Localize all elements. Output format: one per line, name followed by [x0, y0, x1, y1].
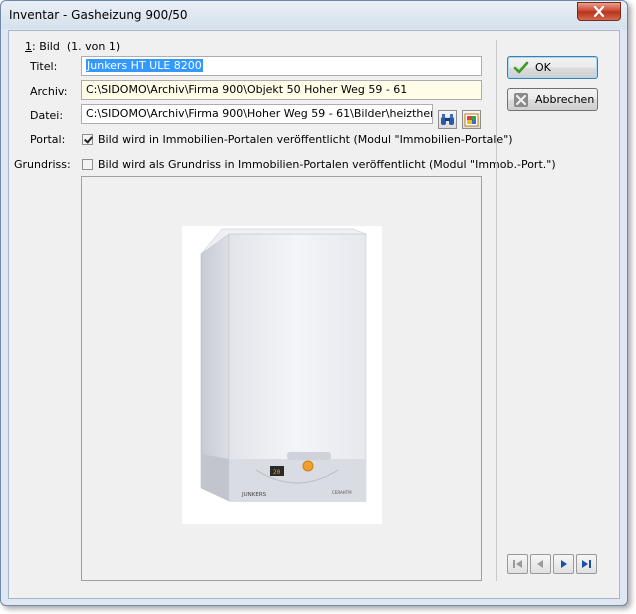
portal-checkbox[interactable]: [82, 134, 93, 145]
cancel-button[interactable]: Abbrechen: [507, 88, 598, 111]
checkmark-icon: [513, 61, 529, 73]
boiler-image: 20 JUNKERS CERAHTM: [182, 226, 382, 524]
boiler-illustration: 20 JUNKERS CERAHTM: [200, 228, 367, 502]
ok-button-label: OK: [535, 61, 551, 74]
last-record-button[interactable]: [576, 554, 597, 574]
titel-value: Junkers HT ULE 8200: [86, 59, 203, 72]
cancel-button-label: Abbrechen: [535, 93, 595, 106]
grundriss-checkbox-row[interactable]: Bild wird als Grundriss in Immobilien-Po…: [82, 158, 556, 171]
last-icon: [582, 560, 591, 568]
titel-input[interactable]: Junkers HT ULE 8200: [81, 56, 482, 76]
archiv-label: Archiv:: [30, 85, 68, 98]
next-record-button[interactable]: [553, 554, 574, 574]
portal-label: Portal:: [30, 133, 66, 146]
dialog-content: 1: Bild (1. von 1) Titel: Junkers HT ULE…: [8, 30, 620, 599]
grundriss-label: Grundriss:: [14, 158, 71, 171]
archiv-field[interactable]: C:\SIDOMO\Archiv\Firma 900\Objekt 50 Hoh…: [81, 80, 482, 100]
title-bar[interactable]: Inventar - Gasheizung 900/50: [1, 1, 627, 29]
image-model-text: CERAHTM: [332, 490, 352, 495]
dialog-window: Inventar - Gasheizung 900/50 1: Bild (1.…: [0, 0, 628, 606]
portal-checkbox-row[interactable]: Bild wird in Immobilien-Portalen veröffe…: [82, 133, 513, 146]
svg-text:20: 20: [273, 469, 281, 476]
first-record-button[interactable]: [507, 554, 528, 574]
previous-icon: [537, 560, 543, 568]
ok-button[interactable]: OK: [507, 56, 598, 79]
cancel-x-icon: [514, 92, 528, 107]
button-column-divider: [496, 40, 497, 581]
open-image-button[interactable]: [462, 110, 481, 129]
browse-button[interactable]: [438, 110, 457, 129]
next-icon: [561, 560, 567, 568]
grundriss-checkbox[interactable]: [82, 159, 93, 170]
datei-label: Datei:: [30, 109, 64, 122]
group-label: 1: Bild (1. von 1): [25, 40, 121, 53]
window-title: Inventar - Gasheizung 900/50: [9, 8, 188, 22]
titel-label: Titel:: [30, 60, 58, 73]
close-icon: [593, 6, 605, 17]
datei-field[interactable]: C:\SIDOMO\Archiv\Firma 900\Hoher Weg 59 …: [81, 104, 433, 124]
previous-record-button[interactable]: [530, 554, 551, 574]
image-file-icon: [464, 113, 479, 126]
image-brand-text: JUNKERS: [241, 492, 267, 498]
binoculars-icon: [441, 114, 454, 125]
grundriss-checkbox-text: Bild wird als Grundriss in Immobilien-Po…: [98, 158, 556, 171]
close-button[interactable]: [577, 2, 621, 21]
image-preview-panel: 20 JUNKERS CERAHTM: [81, 176, 482, 581]
first-icon: [513, 560, 522, 568]
portal-checkbox-text: Bild wird in Immobilien-Portalen veröffe…: [98, 133, 513, 146]
